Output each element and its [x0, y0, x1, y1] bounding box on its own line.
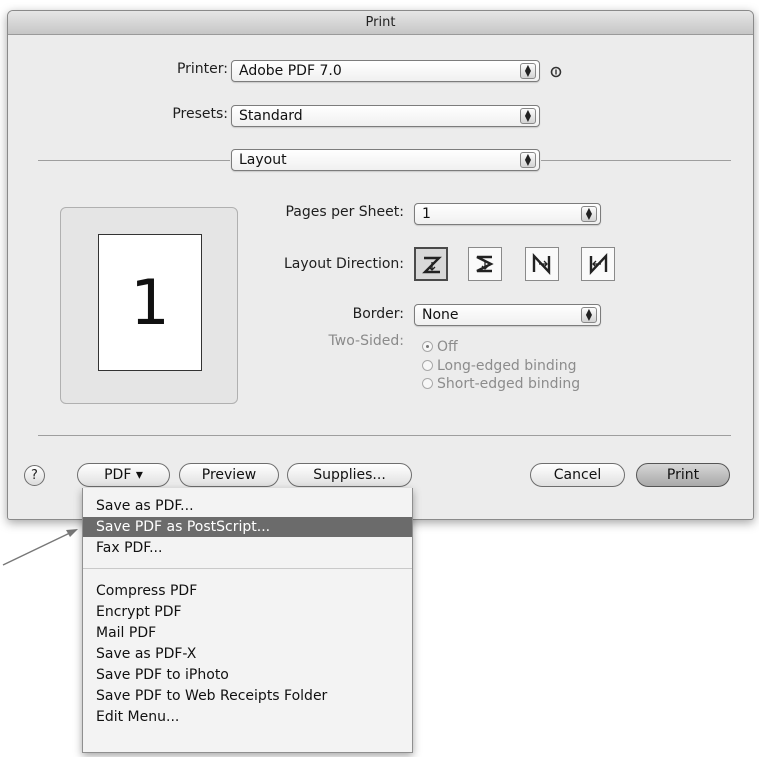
two-sided-label: Two-Sided: [328, 333, 404, 349]
menu-item-edit-menu[interactable]: Edit Menu... [83, 707, 412, 727]
cancel-button[interactable]: Cancel [530, 463, 625, 487]
two-sided-off-radio[interactable]: Off [422, 338, 572, 356]
menu-item-save-pdf-to-iphoto[interactable]: Save PDF to iPhoto [83, 665, 412, 685]
pane-value: Layout [239, 152, 287, 168]
radio-icon [422, 378, 433, 389]
two-sided-short-edge-label: Short-edged binding [437, 376, 581, 392]
border-label: Border: [352, 306, 404, 322]
reverse-n-down-left-icon[interactable] [581, 247, 615, 281]
pane-divider-right [541, 160, 731, 161]
info-circle-icon[interactable] [550, 66, 562, 78]
menu-item-save-as-pdf-x[interactable]: Save as PDF-X [83, 644, 412, 664]
popup-arrows-icon: ▲ ▼ [520, 63, 536, 79]
menu-item-save-pdf-as-postscript[interactable]: Save PDF as PostScript... [83, 517, 412, 537]
print-dialog: Print Printer: Adobe PDF 7.0 ▲ ▼ Presets:… [7, 10, 754, 520]
pane-popup[interactable]: Layout ▲ ▼ [231, 149, 540, 171]
n-down-right-icon[interactable] [525, 247, 559, 281]
popup-arrows-icon: ▲ ▼ [581, 206, 597, 222]
menu-item-encrypt-pdf[interactable]: Encrypt PDF [83, 602, 412, 622]
presets-label: Presets: [172, 106, 228, 122]
z-right-down-icon[interactable] [414, 247, 448, 281]
menu-item-save-as-pdf[interactable]: Save as PDF... [83, 496, 412, 516]
preview-button[interactable]: Preview [179, 463, 279, 487]
pages-per-sheet-value: 1 [422, 206, 431, 222]
help-button[interactable]: ? [24, 465, 45, 486]
presets-popup[interactable]: Standard ▲ ▼ [231, 105, 540, 127]
menu-item-compress-pdf[interactable]: Compress PDF [83, 581, 412, 601]
radio-icon [422, 360, 433, 371]
pages-per-sheet-popup[interactable]: 1 ▲ ▼ [414, 203, 601, 225]
border-value: None [422, 307, 459, 323]
print-button[interactable]: Print [636, 463, 730, 487]
radio-selected-icon [422, 341, 433, 352]
two-sided-long-edge-radio[interactable]: Long-edged binding [422, 357, 576, 375]
popup-arrows-icon: ▲ ▼ [520, 108, 536, 124]
pages-per-sheet-label: Pages per Sheet: [285, 204, 404, 220]
two-sided-short-edge-radio[interactable]: Short-edged binding [422, 375, 580, 393]
menu-item-mail-pdf[interactable]: Mail PDF [83, 623, 412, 643]
menu-item-fax-pdf[interactable]: Fax PDF... [83, 538, 412, 558]
s-left-down-icon[interactable] [468, 247, 502, 281]
popup-arrows-icon: ▲ ▼ [520, 152, 536, 168]
printer-value: Adobe PDF 7.0 [239, 63, 342, 79]
menu-item-save-pdf-to-web-receipts[interactable]: Save PDF to Web Receipts Folder [83, 686, 412, 706]
layout-direction-label: Layout Direction: [283, 256, 404, 272]
supplies-button[interactable]: Supplies... [287, 463, 412, 487]
border-popup[interactable]: None ▲ ▼ [414, 304, 601, 326]
menu-separator [83, 568, 412, 569]
two-sided-long-edge-label: Long-edged binding [437, 358, 577, 374]
pdf-menu-button[interactable]: PDF ▾ [77, 463, 170, 487]
printer-label: Printer: [176, 61, 228, 77]
pane-divider-left [38, 160, 230, 161]
presets-value: Standard [239, 108, 303, 124]
dialog-title: Print [8, 11, 753, 35]
pdf-dropdown-menu: Save as PDF... Save PDF as PostScript...… [82, 488, 413, 753]
popup-arrows-icon: ▲ ▼ [581, 307, 597, 323]
page-preview-thumbnail: 1 [98, 234, 202, 371]
bottom-divider [38, 435, 731, 436]
two-sided-off-label: Off [437, 339, 458, 355]
printer-popup[interactable]: Adobe PDF 7.0 ▲ ▼ [231, 60, 540, 82]
